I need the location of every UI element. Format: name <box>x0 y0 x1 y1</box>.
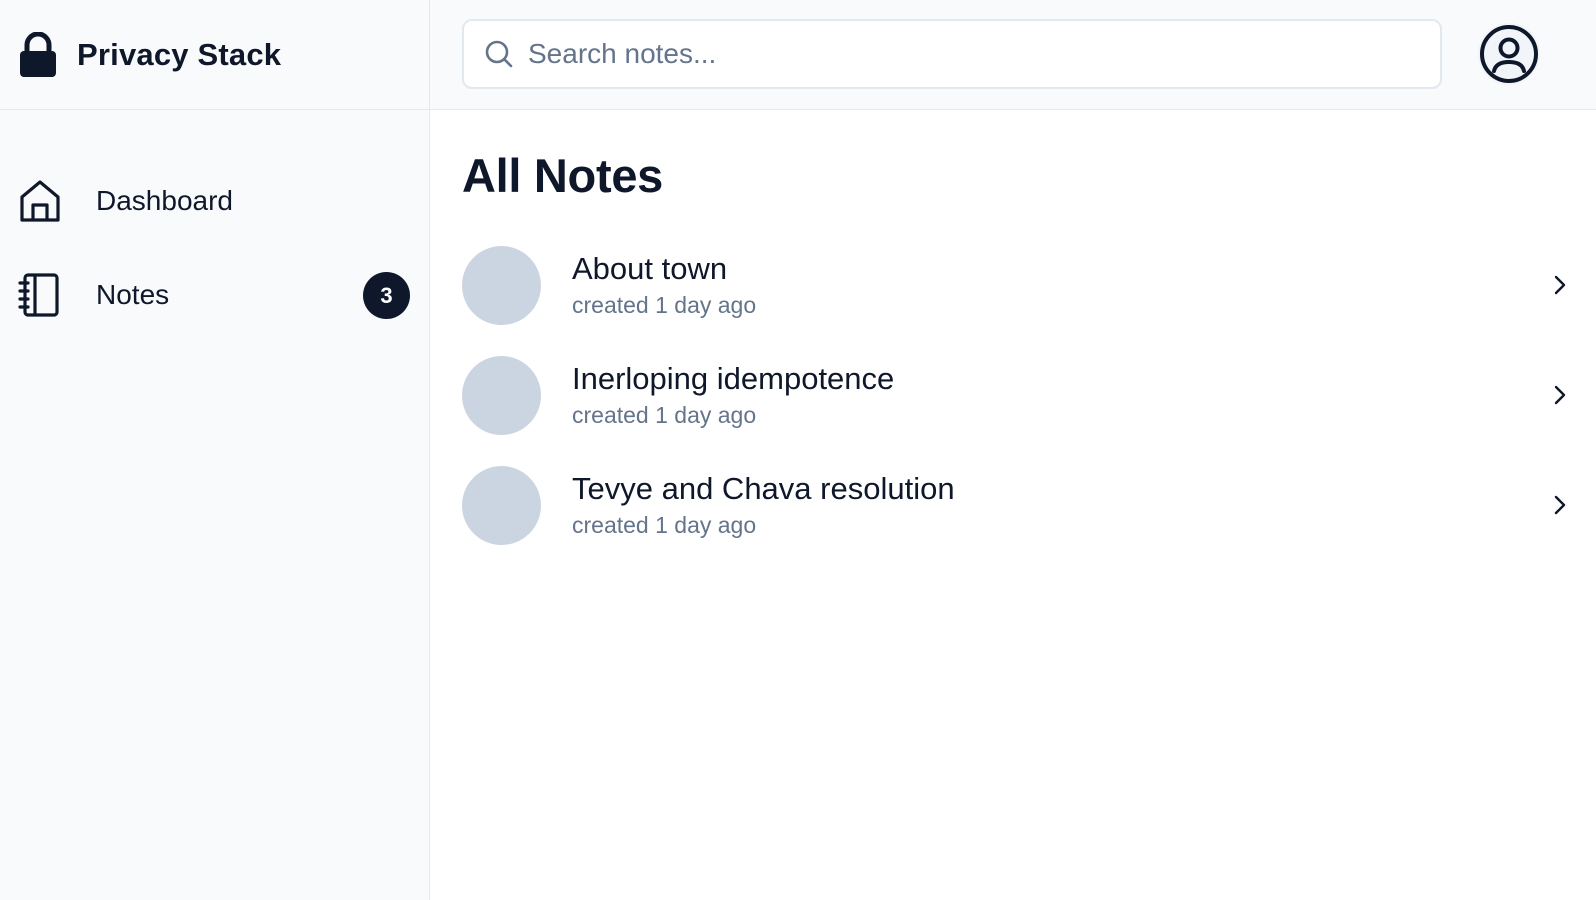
search-box <box>462 19 1442 89</box>
chevron-right-icon <box>1554 495 1566 515</box>
search-input[interactable] <box>528 21 1440 87</box>
sidebar-item-label: Notes <box>96 279 170 310</box>
home-icon <box>20 180 60 222</box>
sidebar-item-notes[interactable]: Notes 3 <box>0 248 429 342</box>
app-root: Privacy Stack Dashboard Notes 3 Search n… <box>0 0 1596 900</box>
note-thumbnail <box>462 245 541 325</box>
note-text: Tevye and Chava resolution created 1 day… <box>572 470 955 541</box>
note-list-item[interactable]: Tevye and Chava resolution created 1 day… <box>462 450 1582 560</box>
user-avatar-button[interactable] <box>1478 23 1540 85</box>
chevron-right-icon <box>1554 385 1566 405</box>
lock-icon <box>20 31 56 77</box>
note-thumbnail <box>462 465 541 545</box>
note-created-time: created 1 day ago <box>572 401 757 428</box>
search-icon <box>485 40 513 68</box>
brand: Privacy Stack <box>0 0 429 110</box>
note-title: Tevye and Chava resolution <box>572 470 955 506</box>
note-thumbnail <box>462 355 541 435</box>
sidebar-nav: Dashboard Notes 3 <box>0 110 429 342</box>
note-created-time: created 1 day ago <box>572 291 757 318</box>
notes-count-badge: 3 <box>363 272 410 319</box>
main-content: All Notes About town created 1 day ago I… <box>430 110 1596 900</box>
note-list-item[interactable]: About town created 1 day ago <box>462 230 1582 340</box>
chevron-right-icon <box>1554 275 1566 295</box>
top-header <box>430 0 1596 110</box>
note-title: Inerloping idempotence <box>572 360 895 396</box>
notebook-icon <box>18 273 59 317</box>
note-created-time: created 1 day ago <box>572 511 757 538</box>
sidebar-item-label: Dashboard <box>96 185 233 216</box>
note-list-item[interactable]: Inerloping idempotence created 1 day ago <box>462 340 1582 450</box>
note-text: Inerloping idempotence created 1 day ago <box>572 360 894 431</box>
sidebar-item-dashboard[interactable]: Dashboard <box>0 154 429 248</box>
sidebar: Privacy Stack Dashboard Notes 3 <box>0 0 430 900</box>
note-list: About town created 1 day ago Inerloping … <box>462 230 1582 560</box>
app-title: Privacy Stack <box>77 36 282 72</box>
page-title: All Notes <box>462 149 663 202</box>
user-circle-icon <box>1480 25 1538 83</box>
note-title: About town <box>572 250 728 286</box>
note-text: About town created 1 day ago <box>572 250 756 321</box>
